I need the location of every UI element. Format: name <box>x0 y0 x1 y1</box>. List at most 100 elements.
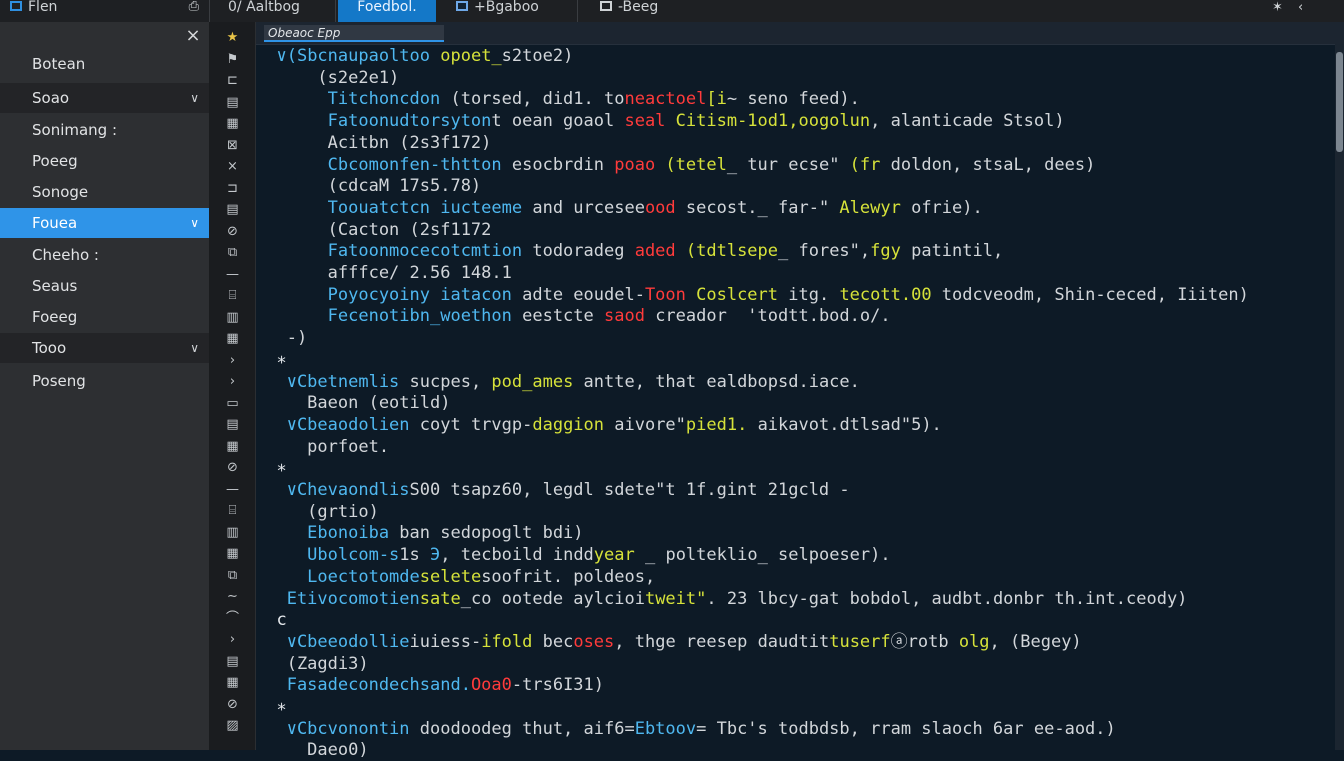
list-icon[interactable]: ⊠ <box>210 137 255 155</box>
code-token: Ubolcom-s <box>256 545 400 566</box>
chevron-down-icon[interactable]: ∨ <box>190 208 199 238</box>
dash-icon[interactable]: — <box>210 481 255 499</box>
collapse-icon[interactable]: ‹ <box>1298 0 1303 16</box>
code-token: esocbrdin <box>511 154 615 175</box>
list-alt-icon[interactable]: ▤ <box>210 416 255 434</box>
vertical-scrollbar[interactable] <box>1335 44 1344 750</box>
code-token: poao <box>614 154 666 175</box>
code-token: ∨Cbeeodollie <box>256 631 410 652</box>
code-token: ood <box>644 197 686 218</box>
sidebar-item[interactable]: Sonoge <box>0 177 209 207</box>
code-token: bec <box>542 631 574 652</box>
code-token: ∗ <box>256 458 287 479</box>
code-token: oses <box>573 631 615 652</box>
stack-icon[interactable]: ▦ <box>210 674 255 692</box>
star-icon[interactable]: ★ <box>210 29 255 47</box>
code-token: tecott.00 <box>839 284 942 305</box>
code-token: opoet_ <box>440 46 502 66</box>
document-icon <box>600 1 612 11</box>
split-alt-icon[interactable]: ⊘ <box>210 459 255 477</box>
panel-icon[interactable]: ⊏ <box>210 72 255 90</box>
code-token: Daeo0) <box>256 740 369 761</box>
tab-bgaboo[interactable]: +Bgaboo <box>446 0 578 22</box>
table-icon[interactable]: ▦ <box>210 115 255 133</box>
sidebar-item-label: Fouea <box>32 214 78 232</box>
scrollbar-thumb[interactable] <box>1336 52 1343 152</box>
code-token: ∨Cbetnemlis <box>256 371 410 392</box>
code-token: Poyocyoiny iatacon <box>256 284 523 305</box>
code-line: Ebonoiba ban sedopoglt bdi) <box>256 522 583 544</box>
code-line: ∨ChevaondlisS00 tsapz60, legdl sdete"t 1… <box>256 479 850 501</box>
sidebar-item-label: Poseng <box>32 372 86 390</box>
code-token: aded <box>634 241 686 262</box>
sidebar-item[interactable]: Sonimang : <box>0 115 209 145</box>
chevron-down-icon[interactable]: ∨ <box>190 83 199 113</box>
sidebar-item[interactable]: Poseng <box>0 366 209 396</box>
editor-tab[interactable]: Obeaoc Epp <box>264 25 444 42</box>
pin-icon[interactable]: ✶ <box>1272 0 1283 16</box>
code-token: Fecenotibn_woethon <box>256 306 523 327</box>
code-token: Baeon (eotild) <box>256 393 451 414</box>
return-icon[interactable]: ⊐ <box>210 180 255 198</box>
sidebar-item[interactable]: Fouea ∨ <box>0 208 209 238</box>
close-icon[interactable]: × <box>184 26 202 46</box>
code-token: todoradeg <box>532 241 635 262</box>
chevron-right-icon-2[interactable]: › <box>210 373 255 391</box>
code-token: Coslcert <box>696 284 789 305</box>
arrow-icon[interactable]: › <box>210 631 255 649</box>
tab-flen[interactable]: Flen ⎙ <box>0 0 210 22</box>
chart-icon[interactable]: ▥ <box>210 524 255 542</box>
sidebar-item[interactable]: Cheeho : <box>0 240 209 270</box>
tab-aaltbog[interactable]: 0/ Aaltbog <box>214 0 336 22</box>
split-icon[interactable]: ⊘ <box>210 223 255 241</box>
code-line: Ubolcom-s1s Э, tecboild inddyear _ polte… <box>256 544 890 566</box>
code-token: iuiess- <box>409 631 482 652</box>
code-token: Etivocomotien <box>256 588 420 609</box>
chevron-right-icon[interactable]: › <box>210 352 255 370</box>
code-line: afffce/ 2.56 148.1 <box>256 262 512 284</box>
sidebar-item[interactable]: Poeeg <box>0 146 209 176</box>
print-icon[interactable]: ⎙ <box>189 0 199 14</box>
tab-foedbol[interactable]: Foedbol. <box>338 0 436 22</box>
table-alt-icon[interactable]: ▦ <box>210 438 255 456</box>
code-token: Fatoonudtorsyton <box>256 111 492 132</box>
sidebar-item[interactable]: Soao ∨ <box>0 83 209 113</box>
layers2-icon[interactable]: ⧉ <box>210 567 255 585</box>
columns-icon[interactable]: ▥ <box>210 309 255 327</box>
square-icon[interactable]: ▭ <box>210 395 255 413</box>
code-token: [i <box>706 89 727 110</box>
table2-icon[interactable]: ▤ <box>210 653 255 671</box>
tilde-icon[interactable]: ∼ <box>210 588 255 606</box>
tab-label: +Bgaboo <box>474 0 539 15</box>
chevron-down-icon[interactable]: ∨ <box>190 333 199 363</box>
doc-icon[interactable]: ▤ <box>210 201 255 219</box>
sidebar-item[interactable]: Botean <box>0 49 209 79</box>
code-line: Fecenotibn_woethon eestcte saod creador … <box>256 305 891 327</box>
frame-icon[interactable]: ⌸ <box>210 502 255 520</box>
minus-icon[interactable]: — <box>210 266 255 284</box>
sidebar-item[interactable]: Tooo ∨ <box>0 333 209 363</box>
split2-icon[interactable]: ⊘ <box>210 696 255 714</box>
arc-icon[interactable]: ⌒ <box>210 610 255 628</box>
image-icon <box>456 1 468 11</box>
layers-icon[interactable]: ⧉ <box>210 244 255 262</box>
code-editor[interactable]: Obeaoc Epp ∨(Sbcnaupaoltoo opoet_s2toe2)… <box>256 22 1344 760</box>
code-token: Titchoncdon <box>256 89 451 110</box>
code-token: ofrie). <box>911 197 983 218</box>
grid-alt-icon[interactable]: ▦ <box>210 330 255 348</box>
code-line: ∨Cbeaodolien coyt trvgp-daggion aivore"p… <box>256 414 942 436</box>
code-token: s2toe2) <box>501 46 574 66</box>
code-token: -trs6I31) <box>511 675 605 696</box>
close-icon[interactable]: × <box>210 158 255 176</box>
grid-icon[interactable]: ▤ <box>210 94 255 112</box>
code-token: saod <box>604 306 656 327</box>
sidebar-item[interactable]: Foeeg <box>0 302 209 332</box>
tab-beeg[interactable]: -Beeg <box>590 0 710 22</box>
code-token: Fasadecondechsand. <box>256 675 471 696</box>
image-icon[interactable]: ▨ <box>210 717 255 735</box>
sidebar-item[interactable]: Seaus <box>0 271 209 301</box>
grid2-icon[interactable]: ▦ <box>210 545 255 563</box>
flag-icon[interactable]: ⚑ <box>210 51 255 69</box>
code-line: -) <box>256 327 307 349</box>
bookmark-icon[interactable]: ⌸ <box>210 287 255 305</box>
